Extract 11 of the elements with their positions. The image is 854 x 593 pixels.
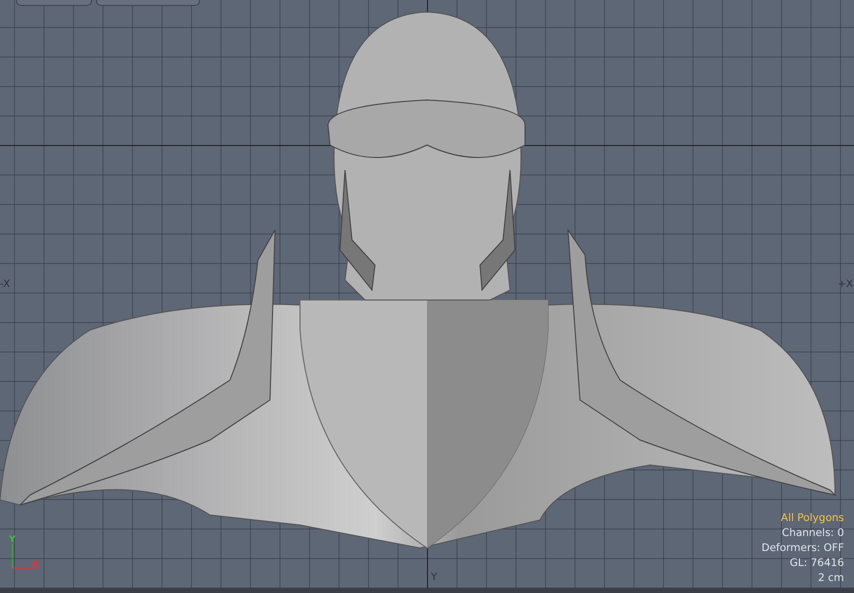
axis-label: Y bbox=[431, 572, 438, 583]
gizmo-label: Y bbox=[9, 535, 16, 545]
axis-label: +X bbox=[838, 279, 853, 290]
info-text: GL: 76416 bbox=[790, 556, 844, 570]
info-text: Deformers: OFF bbox=[762, 541, 844, 555]
info-text: All Polygons bbox=[780, 511, 844, 525]
info-text: 2 cm bbox=[818, 571, 844, 585]
gizmo-label: X bbox=[32, 560, 39, 570]
3d-viewport[interactable]: -X +X Y Y X All Polygons Channels: 0 Deformers: OFF GL: 76416 2 cm bbox=[0, 0, 854, 593]
axis-label: -X bbox=[0, 279, 10, 290]
info-text: Channels: 0 bbox=[782, 526, 844, 540]
